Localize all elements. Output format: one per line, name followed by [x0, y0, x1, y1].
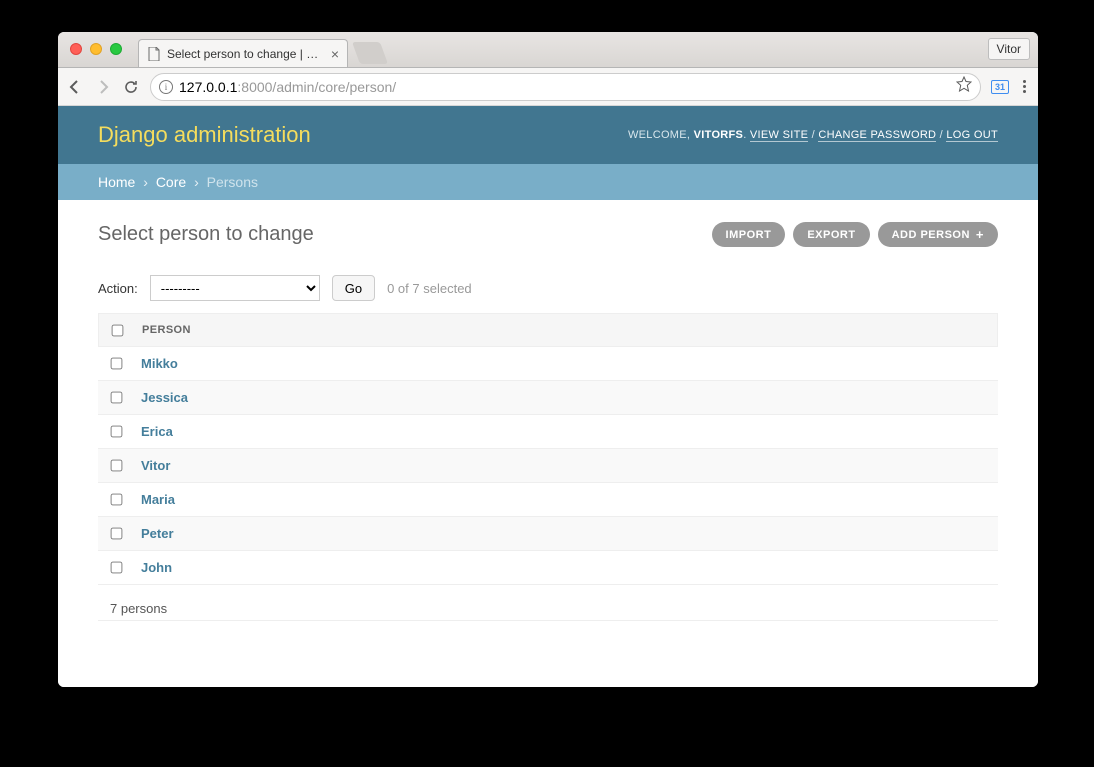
- actions-row: Action: --------- Go 0 of 7 selected: [98, 275, 998, 301]
- table-header-row: PERSON: [98, 313, 998, 347]
- person-link[interactable]: Maria: [141, 492, 175, 507]
- object-tools: IMPORT EXPORT ADD PERSON +: [712, 222, 998, 247]
- person-link[interactable]: John: [141, 560, 172, 575]
- change-password-link[interactable]: CHANGE PASSWORD: [818, 129, 936, 142]
- export-button[interactable]: EXPORT: [793, 222, 869, 247]
- site-info-icon[interactable]: i: [159, 80, 173, 94]
- address-bar[interactable]: i 127.0.0.1:8000/admin/core/person/: [150, 73, 981, 101]
- col-person-header[interactable]: PERSON: [142, 324, 191, 336]
- minimize-window-button[interactable]: [90, 43, 102, 55]
- action-label: Action:: [98, 281, 138, 296]
- bookmark-star-icon[interactable]: [956, 76, 972, 97]
- breadcrumb: Home › Core › Persons: [58, 164, 1038, 200]
- tab-title: Select person to change | Djan: [167, 47, 325, 61]
- browser-tab[interactable]: Select person to change | Djan ×: [138, 39, 348, 67]
- new-tab-button[interactable]: [352, 42, 388, 64]
- table-footer: 7 persons: [98, 585, 998, 621]
- browser-window: Select person to change | Djan × Vitor i…: [58, 32, 1038, 687]
- browser-toolbar: i 127.0.0.1:8000/admin/core/person/ 31: [58, 68, 1038, 106]
- logout-link[interactable]: LOG OUT: [946, 129, 998, 142]
- page-viewport: Django administration WELCOME, VITORFS. …: [58, 106, 1038, 687]
- tab-close-icon[interactable]: ×: [331, 46, 339, 62]
- view-site-link[interactable]: VIEW SITE: [750, 129, 808, 142]
- profile-badge[interactable]: Vitor: [988, 38, 1030, 60]
- window-controls: [70, 43, 122, 55]
- import-button[interactable]: IMPORT: [712, 222, 786, 247]
- page-icon: [147, 47, 161, 61]
- content-area: Select person to change IMPORT EXPORT AD…: [58, 200, 1038, 643]
- plus-icon: +: [976, 228, 984, 241]
- welcome-label: WELCOME,: [628, 129, 694, 141]
- url-path: :8000/admin/core/person/: [237, 79, 396, 95]
- row-checkbox[interactable]: [111, 528, 123, 540]
- person-link[interactable]: Vitor: [141, 458, 170, 473]
- url-host: 127.0.0.1: [179, 79, 237, 95]
- breadcrumb-core[interactable]: Core: [156, 174, 186, 190]
- person-link[interactable]: Mikko: [141, 356, 178, 371]
- chrome-titlebar: Select person to change | Djan × Vitor: [58, 32, 1038, 68]
- breadcrumb-current: Persons: [207, 174, 258, 190]
- maximize-window-button[interactable]: [110, 43, 122, 55]
- row-checkbox[interactable]: [111, 562, 123, 574]
- table-row: Vitor: [98, 449, 998, 483]
- content-header: Select person to change IMPORT EXPORT AD…: [98, 222, 998, 247]
- action-select[interactable]: ---------: [150, 275, 320, 301]
- person-link[interactable]: Peter: [141, 526, 174, 541]
- reload-button[interactable]: [122, 78, 140, 96]
- row-checkbox[interactable]: [111, 426, 123, 438]
- username: VITORFS: [694, 129, 744, 141]
- table-row: Peter: [98, 517, 998, 551]
- forward-button[interactable]: [94, 78, 112, 96]
- table-row: Mikko: [98, 347, 998, 381]
- url-text[interactable]: 127.0.0.1:8000/admin/core/person/: [179, 79, 950, 95]
- extension-icon[interactable]: 31: [991, 80, 1009, 94]
- add-person-button[interactable]: ADD PERSON +: [878, 222, 998, 247]
- django-header: Django administration WELCOME, VITORFS. …: [58, 106, 1038, 164]
- user-links: WELCOME, VITORFS. VIEW SITE / CHANGE PAS…: [628, 129, 998, 141]
- row-checkbox[interactable]: [111, 392, 123, 404]
- results-table: PERSON Mikko Jessica Erica Vitor: [98, 313, 998, 621]
- select-all-checkbox[interactable]: [112, 324, 124, 336]
- breadcrumb-home[interactable]: Home: [98, 174, 135, 190]
- table-row: Erica: [98, 415, 998, 449]
- row-checkbox[interactable]: [111, 460, 123, 472]
- page-title: Select person to change: [98, 223, 314, 246]
- table-row: Maria: [98, 483, 998, 517]
- person-link[interactable]: Erica: [141, 424, 173, 439]
- table-row: Jessica: [98, 381, 998, 415]
- selection-count: 0 of 7 selected: [387, 281, 472, 296]
- site-brand[interactable]: Django administration: [98, 122, 311, 148]
- table-row: John: [98, 551, 998, 585]
- add-person-label: ADD PERSON: [892, 229, 970, 241]
- back-button[interactable]: [66, 78, 84, 96]
- chrome-menu-icon[interactable]: [1019, 80, 1030, 93]
- row-checkbox[interactable]: [111, 494, 123, 506]
- close-window-button[interactable]: [70, 43, 82, 55]
- row-checkbox[interactable]: [111, 358, 123, 370]
- go-button[interactable]: Go: [332, 275, 375, 301]
- person-link[interactable]: Jessica: [141, 390, 188, 405]
